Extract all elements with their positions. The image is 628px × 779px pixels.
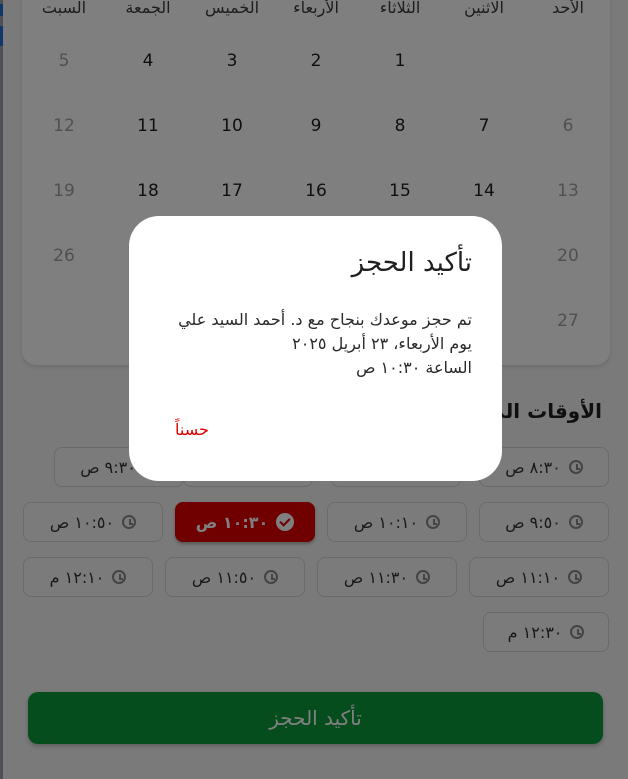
dialog-message-line: يوم الأربعاء، ٢٣ أبريل ٢٠٢٥ <box>292 334 472 353</box>
dialog-message: تم حجز موعدك بنجاح مع د. أحمد السيد علي … <box>152 308 472 380</box>
booking-confirmation-dialog: تأكيد الحجز تم حجز موعدك بنجاح مع د. أحم… <box>129 216 502 481</box>
dialog-message-line: الساعة ١٠:٣٠ ص <box>356 358 472 377</box>
dialog-title: تأكيد الحجز <box>351 248 472 278</box>
dialog-ok-button[interactable]: حسناً <box>175 420 209 439</box>
dialog-message-line: تم حجز موعدك بنجاح مع د. أحمد السيد علي <box>178 310 472 329</box>
